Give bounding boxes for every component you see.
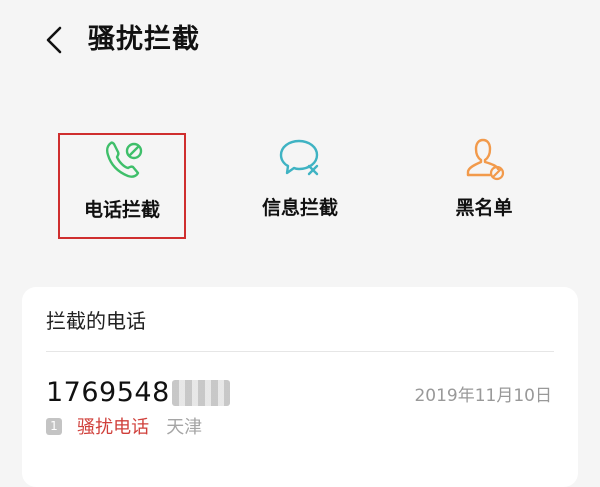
person-block-icon [462, 135, 506, 181]
sim-card-icon: 1 [46, 417, 62, 435]
spam-tag: 骚扰电话 [77, 417, 150, 438]
message-block-icon [278, 135, 322, 181]
page-title: 骚扰拦截 [88, 24, 200, 55]
phone-number-wrap: 1769548 [46, 373, 230, 413]
feature-message-block[interactable]: 信息拦截 [236, 133, 364, 239]
app-header: 骚扰拦截 [0, 0, 600, 80]
blocked-calls-card: 拦截的电话 1769548 2019年11月10日 1 骚扰电话 天津 [22, 287, 578, 487]
feature-blacklist[interactable]: 黑名单 [420, 133, 548, 239]
chevron-left-icon [46, 26, 62, 54]
feature-label: 电话拦截 [83, 199, 160, 221]
call-location: 天津 [166, 417, 203, 438]
back-button[interactable] [36, 20, 76, 60]
card-title: 拦截的电话 [46, 309, 146, 333]
phone-block-icon [102, 137, 146, 183]
phone-number: 1769548 [46, 377, 170, 408]
call-meta: 1 骚扰电话 天津 [46, 413, 202, 443]
divider [46, 351, 554, 352]
feature-label: 信息拦截 [261, 197, 338, 219]
call-date: 2019年11月10日 [414, 386, 552, 406]
redacted-digits [171, 380, 230, 406]
feature-label: 黑名单 [455, 197, 513, 219]
blocked-call-item[interactable]: 1769548 2019年11月10日 1 骚扰电话 天津 [22, 357, 578, 447]
feature-phone-block[interactable]: 电话拦截 [58, 133, 186, 239]
